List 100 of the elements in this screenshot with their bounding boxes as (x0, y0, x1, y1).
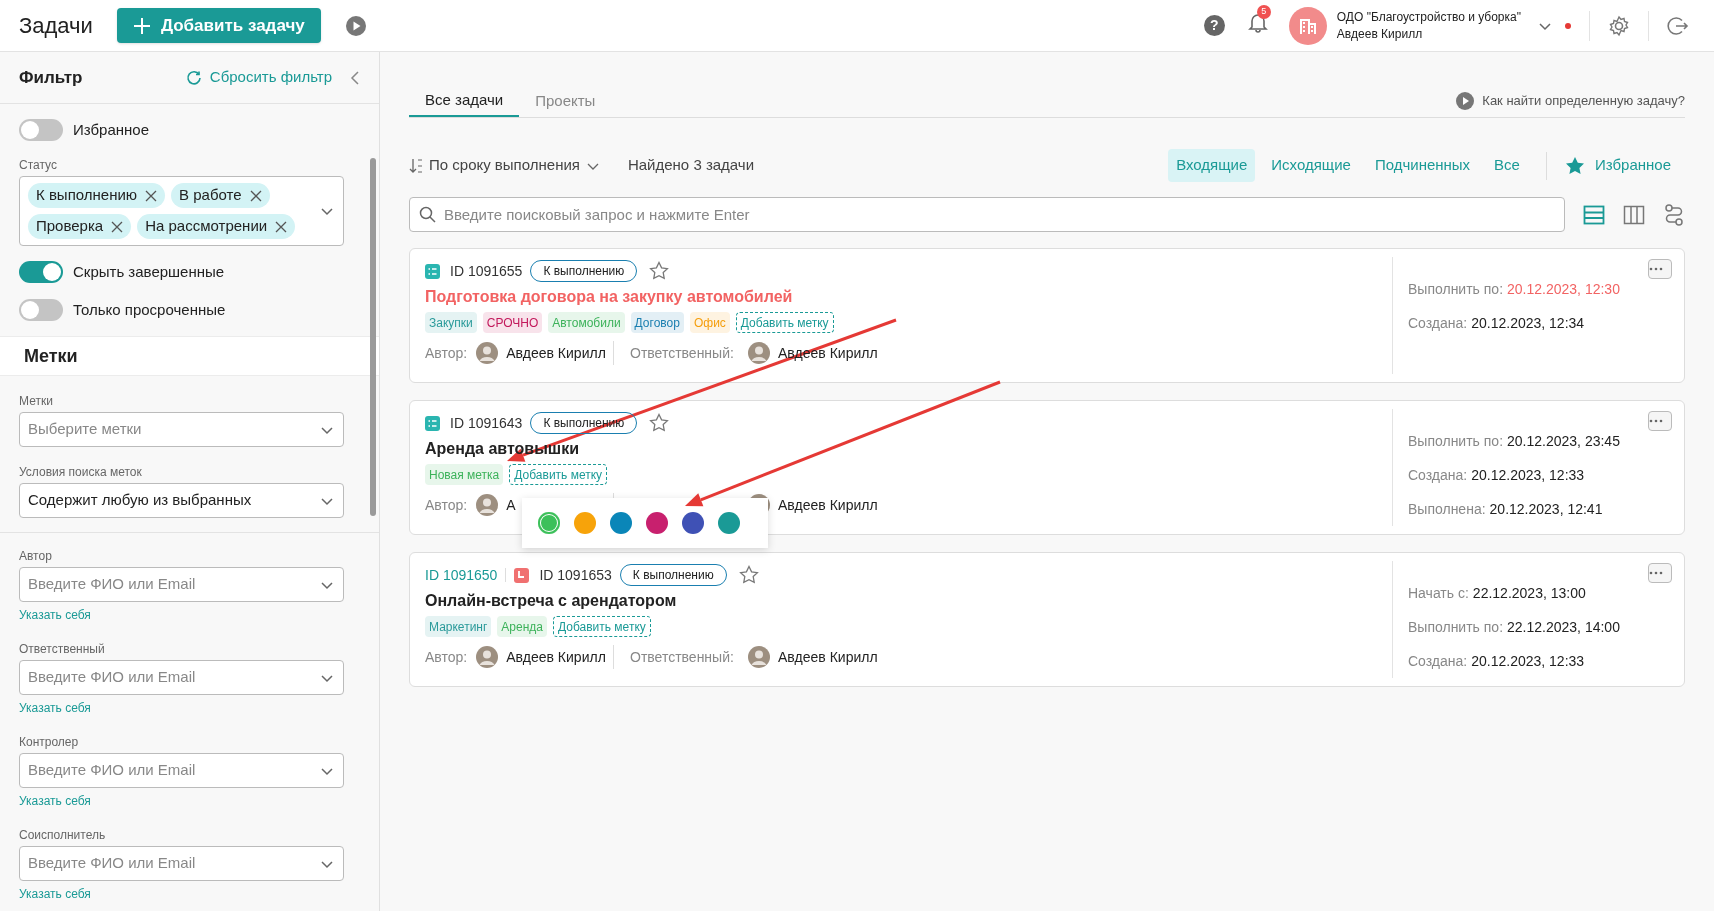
remove-icon[interactable] (249, 189, 262, 202)
help-link[interactable]: Как найти определенную задачу? (1456, 85, 1685, 117)
toggle-label: Только просроченные (73, 299, 226, 320)
select-field[interactable]: Выберите метки (19, 412, 344, 447)
date-label: Выполнить по: (1408, 618, 1504, 637)
task-card[interactable] (409, 552, 1685, 687)
reset-filter-link[interactable]: Сбросить фильтр (185, 66, 332, 89)
user-avatar (476, 342, 499, 364)
star-icon[interactable] (649, 413, 670, 433)
remove-icon[interactable] (111, 220, 124, 233)
task-title[interactable]: Подготовка договора на закупку автомобилей (425, 285, 793, 309)
help-button[interactable]: ? (1203, 15, 1225, 36)
tag[interactable]: Автомобили (548, 312, 625, 333)
reset-icon (185, 69, 202, 86)
results-count: Найдено 3 задачи (627, 155, 755, 176)
color-swatch[interactable] (718, 512, 740, 534)
settings-icon[interactable] (1608, 14, 1630, 37)
person-field[interactable]: Введите ФИО или Email (19, 753, 344, 788)
user-avatar (476, 646, 499, 668)
person-name[interactable]: Авдеев Кирилл (506, 342, 606, 364)
remove-icon[interactable] (145, 189, 158, 202)
toggle-switch[interactable] (19, 261, 63, 283)
person-field[interactable]: Введите ФИО или Email (19, 660, 344, 695)
more-options-button[interactable] (1648, 259, 1672, 279)
scrollbar-thumb[interactable] (370, 158, 376, 516)
board-view-icon[interactable] (1623, 203, 1645, 226)
collapse-icon[interactable] (350, 70, 360, 85)
person-field[interactable]: Введите ФИО или Email (19, 567, 344, 602)
organization-avatar[interactable] (1288, 6, 1327, 45)
assign-self-link[interactable]: Указать себя (19, 606, 91, 624)
select-field[interactable]: Содержит любую из выбранных (19, 483, 344, 518)
field-label: Условия поиска меток (19, 464, 143, 481)
date-value: 20.12.2023, 12:34 (1471, 314, 1585, 333)
date-label: Создана: (1408, 466, 1468, 485)
field-label: Соисполнитель (19, 827, 107, 844)
person-name[interactable]: А (506, 494, 516, 516)
remove-icon[interactable] (275, 220, 288, 233)
section-title: Метки (24, 344, 78, 368)
play-icon[interactable] (344, 14, 367, 37)
date-label: Начать с: (1408, 584, 1469, 603)
more-options-button[interactable] (1648, 563, 1672, 583)
tag[interactable]: Офис (689, 312, 730, 333)
add-tag-button[interactable]: Добавить метку (509, 464, 608, 485)
toggle-switch[interactable] (19, 119, 63, 141)
status-select[interactable]: К выполнению В работе Проверка На рассмотрении (19, 176, 344, 246)
toggle-switch[interactable] (19, 299, 63, 321)
task-card[interactable] (409, 248, 1685, 383)
user-avatar (748, 342, 770, 364)
favorites-filter[interactable]: Избранное (1564, 154, 1671, 177)
add-tag-button[interactable]: Добавить метку (553, 616, 651, 637)
plus-icon (132, 16, 151, 35)
tag[interactable]: Договор (630, 312, 684, 333)
field-label: Ответственный (19, 641, 106, 658)
tag[interactable]: Закупки (425, 312, 477, 333)
tab[interactable]: Проекты (519, 85, 612, 117)
color-swatch[interactable] (610, 512, 632, 534)
date-label: Выполнить по: (1408, 432, 1504, 451)
assign-self-link[interactable]: Указать себя (19, 792, 91, 810)
filter-tab[interactable]: Исходящие (1263, 149, 1359, 182)
date-label: Выполнить по: (1408, 280, 1504, 299)
more-options-button[interactable] (1648, 411, 1672, 431)
task-list-icon (425, 415, 440, 431)
search-field[interactable]: Введите поисковый запрос и нажмите Enter (409, 197, 1565, 232)
star-icon[interactable] (738, 565, 759, 585)
tag[interactable]: Аренда (497, 616, 547, 637)
task-title[interactable]: Онлайн-встреча с арендатором (425, 589, 677, 613)
tag[interactable]: СРОЧНО (482, 312, 543, 333)
color-swatch[interactable] (682, 512, 704, 534)
tag[interactable]: Маркетинг (425, 616, 492, 637)
color-swatch[interactable] (574, 512, 596, 534)
list-view-icon[interactable] (1583, 203, 1605, 226)
filter-tab[interactable]: Все (1486, 149, 1528, 182)
assignee-label: Ответственный: (630, 343, 735, 363)
tab[interactable]: Все задачи (409, 85, 520, 117)
person-field[interactable]: Введите ФИО или Email (19, 846, 344, 881)
logout-icon[interactable] (1667, 14, 1689, 37)
tag[interactable]: Новая метка (425, 464, 504, 485)
assign-self-link[interactable]: Указать себя (19, 699, 91, 717)
color-swatch[interactable] (538, 512, 560, 534)
chip-label: На рассмотрении (145, 216, 268, 237)
person-name[interactable]: Авдеев Кирилл (778, 494, 878, 516)
add-tag-button[interactable]: Добавить метку (735, 312, 834, 333)
play-icon (1456, 92, 1475, 110)
field-label: Статус (19, 157, 58, 174)
person-name[interactable]: Авдеев Кирилл (506, 646, 606, 668)
task-list-icon (425, 263, 440, 279)
add-task-button[interactable]: Добавить задачу (116, 8, 321, 43)
star-icon[interactable] (649, 261, 670, 281)
color-swatch[interactable] (646, 512, 668, 534)
toggle-label: Избранное (73, 119, 150, 140)
assign-self-link[interactable]: Указать себя (19, 885, 91, 903)
flow-view-icon[interactable] (1663, 203, 1685, 226)
sort-dropdown[interactable]: По сроку выполнения (409, 154, 600, 177)
task-id: ID 1091643 (450, 413, 523, 433)
person-name[interactable]: Авдеев Кирилл (778, 646, 878, 668)
filter-tab[interactable]: Подчиненных (1366, 149, 1479, 182)
filter-tab[interactable]: Входящие (1168, 149, 1256, 182)
parent-task-link[interactable]: ID 1091650 (425, 564, 498, 586)
user-avatar (748, 646, 770, 668)
author-label: Автор: (425, 343, 468, 363)
